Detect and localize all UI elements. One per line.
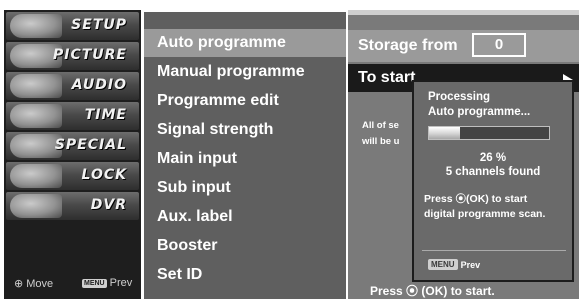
prev-label: Prev [109, 277, 133, 289]
menu-item-audio[interactable]: AUDIO [6, 72, 139, 100]
storage-from-input[interactable]: 0 [472, 33, 526, 57]
to-start-label: To start [358, 69, 416, 86]
main-menu-sidebar: SETUP PICTURE AUDIO TIME SPECIAL LOCK DV… [4, 10, 141, 299]
submenu-item-set-id[interactable]: Set ID [144, 261, 346, 289]
menu-item-label: LOCK [81, 167, 127, 183]
dialog-title-line: Auto programme... [428, 106, 531, 118]
processing-dialog: Processing Auto programme... 26 % 5 chan… [412, 80, 574, 282]
menu-item-label: SPECIAL [54, 137, 127, 153]
menu-item-setup[interactable]: SETUP [6, 12, 139, 40]
disc-icon [10, 194, 62, 218]
prev-hint: MENU Prev [82, 277, 132, 289]
menu-item-dvr[interactable]: DVR [6, 192, 139, 220]
panel-top-line [348, 10, 579, 15]
progress-percent: 26 % [479, 152, 507, 164]
dialog-title-line: Processing [428, 91, 490, 103]
submenu-item-sub-input[interactable]: Sub input [144, 174, 346, 202]
menu-item-picture[interactable]: PICTURE [6, 42, 139, 70]
lock-icon [10, 164, 62, 188]
submenu-item-booster[interactable]: Booster [144, 232, 346, 260]
menu-item-time[interactable]: TIME [6, 102, 139, 130]
dialog-divider [422, 250, 566, 251]
menu-item-label: AUDIO [71, 77, 127, 93]
menu-item-label: TIME [84, 107, 127, 123]
setup-submenu: Auto programme Manual programme Programm… [144, 12, 346, 299]
move-hint: ⊕ Move [14, 277, 53, 290]
dialog-prev-hint[interactable]: MENU Prev [428, 259, 480, 270]
submenu-item-aux-label[interactable]: Aux. label [144, 203, 346, 231]
dpad-icon: ⊕ [14, 278, 24, 290]
menu-item-label: SETUP [71, 17, 127, 33]
menu-key-icon: MENU [428, 259, 458, 270]
satellite-dish-icon [10, 14, 62, 38]
menu-item-lock[interactable]: LOCK [6, 162, 139, 190]
storage-from-row[interactable]: Storage from 0 [348, 30, 579, 62]
submenu-item-main-input[interactable]: Main input [144, 145, 346, 173]
storage-from-label: Storage from [358, 37, 458, 54]
menu-item-label: PICTURE [52, 47, 127, 63]
submenu-item-auto-programme[interactable]: Auto programme [144, 29, 346, 57]
tv-menu-screen: SETUP PICTURE AUDIO TIME SPECIAL LOCK DV… [0, 0, 579, 299]
clock-icon [10, 104, 62, 128]
move-label: Move [26, 278, 54, 290]
digital-scan-hint-line: Press ⦿(OK) to start [424, 193, 528, 205]
scan-progress-fill [429, 127, 461, 139]
menu-key-icon: MENU [82, 279, 107, 288]
speaker-icon [10, 74, 62, 98]
menu-item-special[interactable]: SPECIAL [6, 132, 139, 160]
prev-label: Prev [460, 260, 481, 270]
menu-item-label: DVR [90, 197, 127, 213]
submenu-item-signal-strength[interactable]: Signal strength [144, 116, 346, 144]
dialog-title: Processing Auto programme... [428, 90, 568, 120]
submenu-item-manual-programme[interactable]: Manual programme [144, 58, 346, 86]
navigation-hint: ⊕ Move MENU Prev [4, 277, 141, 293]
channels-found: 5 channels found [445, 166, 541, 178]
scan-progress-bar [428, 126, 550, 140]
digital-scan-hint-line: digital programme scan. [424, 208, 546, 220]
digital-scan-hint: Press ⦿(OK) to start digital programme s… [424, 192, 574, 222]
submenu-item-programme-edit[interactable]: Programme edit [144, 87, 346, 115]
press-ok-hint: Press ⦿ (OK) to start. [370, 284, 495, 298]
